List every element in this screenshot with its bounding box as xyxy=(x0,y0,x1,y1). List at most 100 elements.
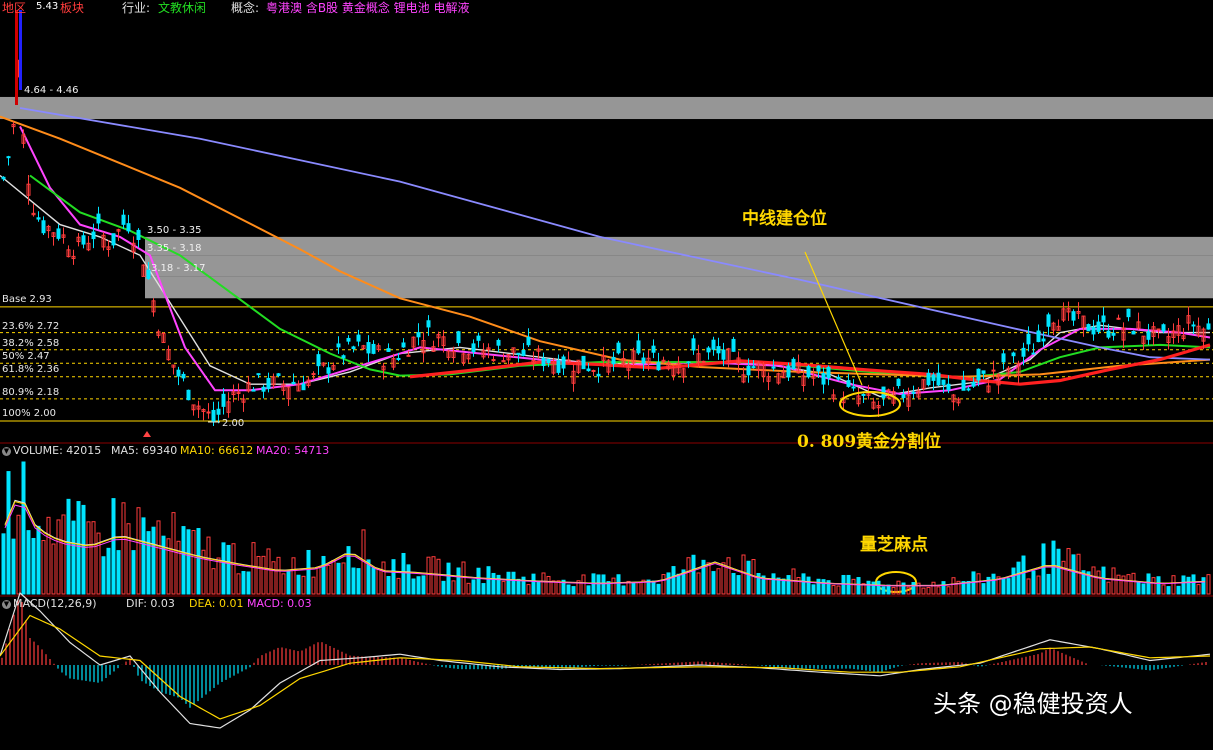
collapse-icon[interactable]: ▼ xyxy=(2,446,11,456)
volume-bar xyxy=(426,556,431,595)
volume-bar xyxy=(121,502,126,595)
low-price-label: 2.00 xyxy=(222,418,245,429)
volume-bar xyxy=(116,550,121,595)
volume-bar xyxy=(531,573,536,595)
candle-body xyxy=(311,373,316,376)
volume-bar xyxy=(1186,576,1191,595)
candle-body xyxy=(711,339,716,350)
volume-bar xyxy=(516,578,521,595)
volume-bar xyxy=(656,583,661,595)
volume-bar xyxy=(741,554,746,595)
volume-bar xyxy=(886,584,891,595)
candle-body xyxy=(981,370,986,374)
volume-bar xyxy=(276,556,281,595)
candle-body xyxy=(746,365,751,376)
volume-bar xyxy=(86,521,91,595)
volume-bar xyxy=(61,514,66,595)
volume-bar xyxy=(31,537,36,595)
volume-bar xyxy=(216,557,221,595)
volume-bar xyxy=(6,471,11,595)
candle-body xyxy=(641,357,646,364)
volume-bar xyxy=(266,548,271,595)
volume-bar xyxy=(1151,577,1156,595)
volume-bar xyxy=(1106,581,1111,595)
volume-bar xyxy=(541,572,546,595)
macd-params: MACD(12,26,9) xyxy=(13,597,97,610)
candle-body xyxy=(346,337,351,342)
volume-ma20: MA20: 54713 xyxy=(256,444,330,457)
volume-bar xyxy=(876,580,881,595)
candle-body xyxy=(476,335,481,341)
candle-body xyxy=(456,331,461,344)
volume-bar xyxy=(321,555,326,595)
volume-bar xyxy=(891,586,896,595)
spike-candle xyxy=(15,10,18,105)
volume-bar xyxy=(66,498,71,595)
region-label[interactable]: 地区 xyxy=(2,1,26,15)
candle-body xyxy=(1036,330,1041,343)
stock-chart xyxy=(0,10,1213,729)
volume-ma10: MA10: 66612 xyxy=(180,444,254,457)
volume-bar xyxy=(851,578,856,595)
candle-body xyxy=(41,220,46,234)
candle-body xyxy=(1101,315,1106,323)
volume-bar xyxy=(46,516,51,595)
candle-body xyxy=(731,338,736,352)
volume-bar xyxy=(661,574,666,595)
candle-body xyxy=(81,235,86,245)
volume-bar xyxy=(336,562,341,595)
candle-body xyxy=(771,366,776,369)
volume-bar xyxy=(386,576,391,595)
volume-bar xyxy=(236,573,241,595)
volume-bar xyxy=(1116,574,1121,595)
volume-bar xyxy=(1046,573,1051,595)
volume-bar xyxy=(371,567,376,595)
volume-bar xyxy=(521,576,526,595)
volume-bar xyxy=(706,562,711,595)
volume-bar xyxy=(1066,548,1071,595)
volume-bar xyxy=(786,575,791,595)
volume-bar xyxy=(721,562,726,595)
volume-bar xyxy=(981,583,986,595)
candle-body xyxy=(356,334,361,342)
zone-label-2: 3.50 - 3.35 xyxy=(147,225,202,236)
volume-bar xyxy=(731,572,736,595)
candle-body xyxy=(301,383,306,391)
macd-value: MACD: 0.03 xyxy=(247,597,312,610)
annotation-midline-position: 中线建仓位 xyxy=(742,209,827,229)
candle-body xyxy=(206,411,211,414)
industry-value[interactable]: 文教休闲 xyxy=(158,1,206,15)
candle-body xyxy=(371,343,376,354)
candle-body xyxy=(56,228,61,239)
volume-bar xyxy=(586,585,591,595)
volume-bar xyxy=(1161,584,1166,595)
volume-bar xyxy=(56,519,61,595)
volume-bar xyxy=(511,571,516,595)
volume-bar xyxy=(671,566,676,595)
board-label[interactable]: 板块 xyxy=(60,1,84,15)
volume-bar xyxy=(306,549,311,595)
industry-label: 行业: xyxy=(122,1,151,15)
volume-bar xyxy=(481,583,486,595)
spike-candle xyxy=(19,10,22,90)
volume-ma5: MA5: 69340 xyxy=(111,444,178,457)
candle-body xyxy=(121,214,126,225)
candle-body xyxy=(1046,314,1051,327)
volume-bar xyxy=(136,507,141,595)
concept-value[interactable]: 粤港澳 含B股 黄金概念 锂电池 电解液 xyxy=(266,1,470,15)
volume-bar xyxy=(1131,572,1136,595)
candle-body xyxy=(541,357,546,367)
candle-body xyxy=(851,386,856,389)
fib-label-base: Base 2.93 xyxy=(2,294,52,305)
volume-bar xyxy=(486,566,491,595)
volume-bar xyxy=(1,533,6,595)
volume-bar xyxy=(1016,561,1021,595)
volume-bar xyxy=(746,560,751,595)
volume-bar xyxy=(251,542,256,595)
candle-body xyxy=(91,231,96,240)
volume-bar xyxy=(81,504,86,595)
volume-bar xyxy=(91,521,96,595)
candle-body xyxy=(396,357,401,360)
collapse-icon[interactable]: ▼ xyxy=(2,599,11,609)
candle-body xyxy=(416,332,421,338)
